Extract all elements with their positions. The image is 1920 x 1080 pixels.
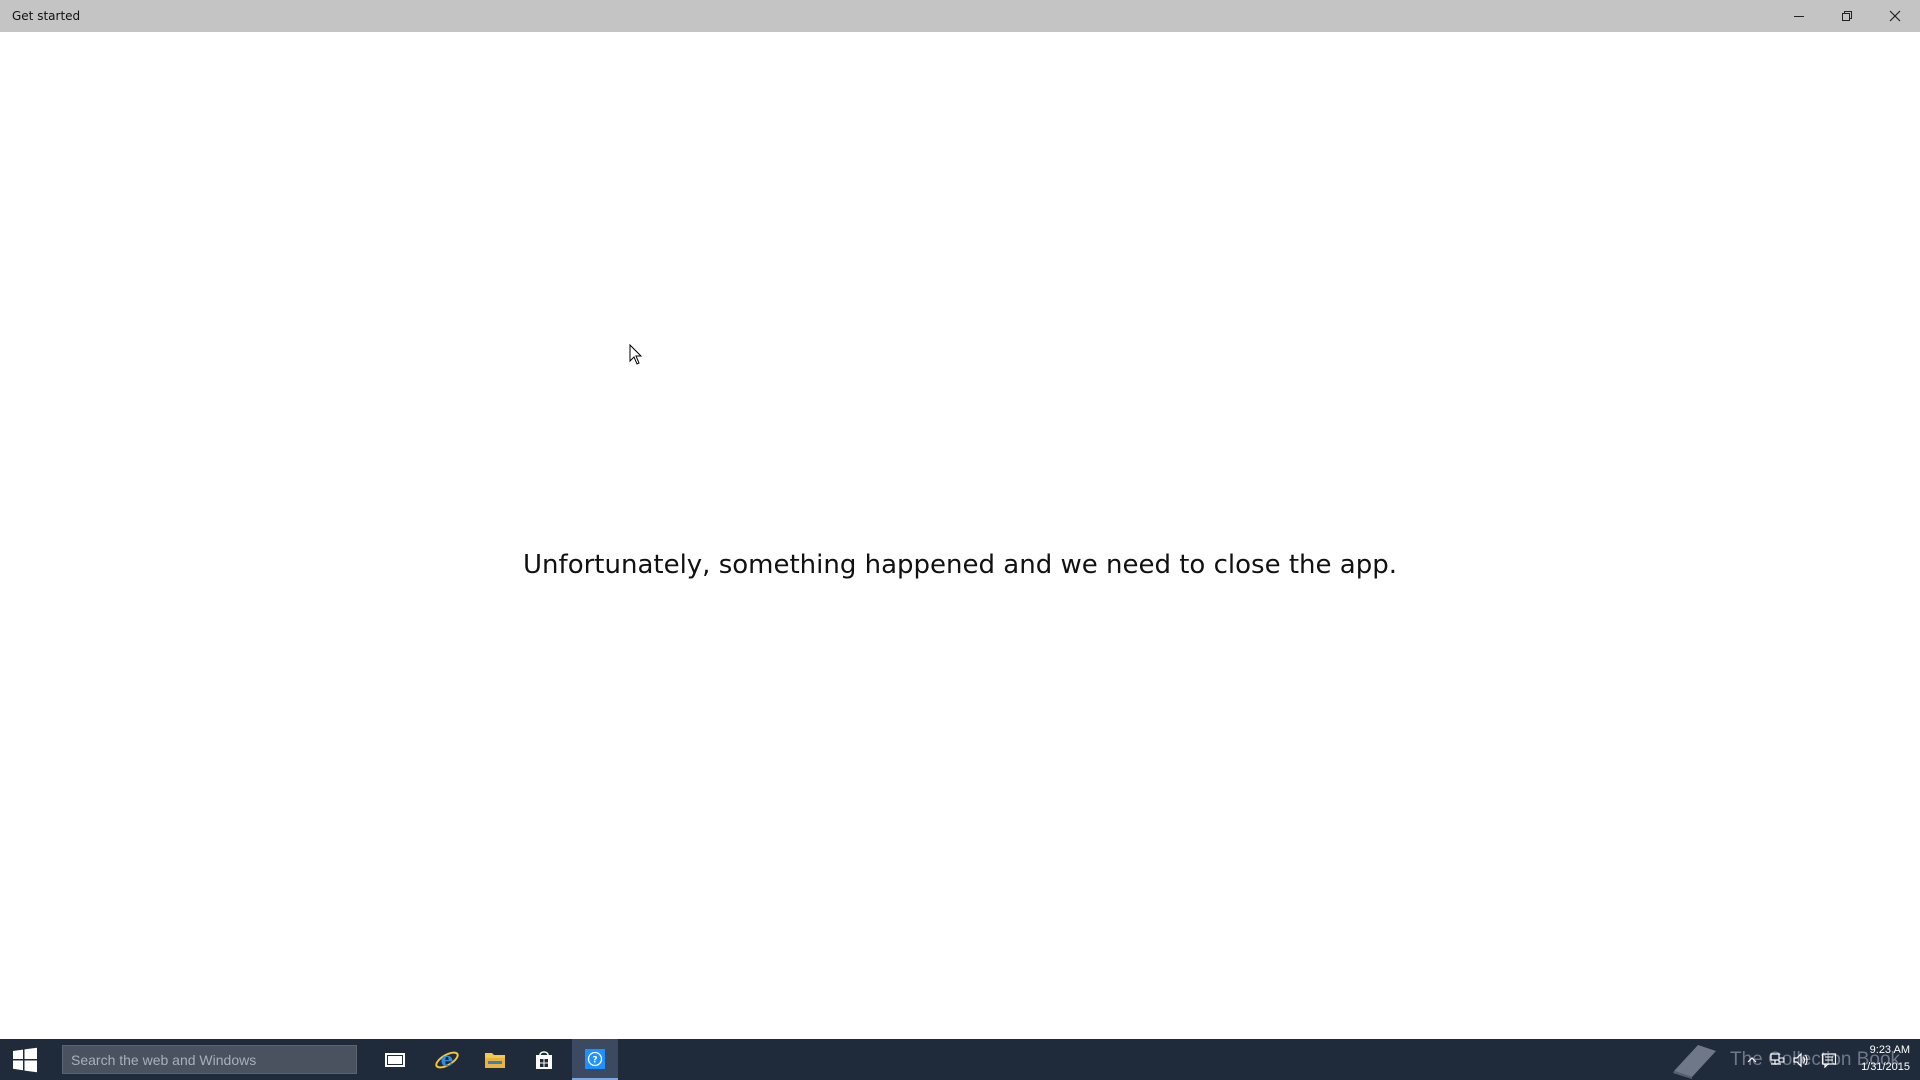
close-button[interactable] [1871, 0, 1919, 32]
clock[interactable]: 9:23 AM 1/31/2015 [1848, 1042, 1910, 1076]
restore-icon [1842, 11, 1852, 21]
windows-logo-icon [13, 1047, 37, 1072]
get-started-taskbar-button[interactable]: ? [572, 1039, 618, 1080]
task-view-button[interactable] [372, 1039, 418, 1080]
folder-icon [485, 1052, 505, 1068]
svg-text:?: ? [592, 1055, 597, 1065]
clock-date: 1/31/2015 [1861, 1061, 1910, 1073]
notifications-icon [1821, 1052, 1837, 1068]
store-bag-icon [536, 1050, 552, 1069]
window-title: Get started [12, 9, 81, 23]
chevron-up-icon [1747, 1056, 1757, 1062]
taskbar: e ? The Collection Book [0, 1039, 1920, 1080]
volume-button[interactable] [1790, 1039, 1812, 1080]
show-hidden-icons-button[interactable] [1742, 1039, 1762, 1080]
store-button[interactable] [521, 1039, 567, 1080]
search-box[interactable] [62, 1045, 357, 1074]
title-bar[interactable]: Get started [0, 0, 1920, 32]
file-explorer-button[interactable] [472, 1039, 518, 1080]
book-icon [1673, 1044, 1716, 1079]
internet-explorer-button[interactable]: e [424, 1039, 470, 1080]
mouse-cursor-icon [629, 344, 643, 365]
internet-explorer-icon: e [435, 1047, 459, 1071]
error-message: Unfortunately, something happened and we… [523, 550, 1397, 580]
minimize-icon [1794, 16, 1804, 17]
search-input[interactable] [63, 1046, 356, 1073]
minimize-button[interactable] [1775, 0, 1823, 32]
restore-button[interactable] [1823, 0, 1871, 32]
app-content: Unfortunately, something happened and we… [0, 32, 1920, 1039]
action-center-button[interactable] [1818, 1039, 1840, 1080]
task-view-icon [385, 1052, 405, 1067]
svg-text:e: e [441, 1047, 454, 1071]
network-icon [1770, 1052, 1785, 1065]
close-icon [1889, 10, 1901, 22]
start-button[interactable] [0, 1039, 50, 1080]
speaker-icon [1793, 1052, 1808, 1067]
clock-time: 9:23 AM [1869, 1044, 1910, 1056]
help-icon: ? [585, 1048, 605, 1069]
network-button[interactable] [1766, 1039, 1788, 1080]
